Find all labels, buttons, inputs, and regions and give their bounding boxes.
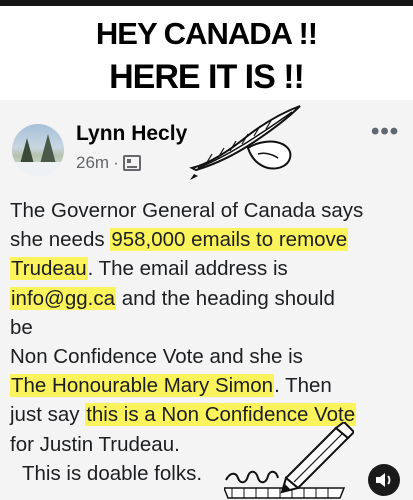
- post-timestamp[interactable]: 26m: [76, 153, 109, 173]
- post-body-line: Non Confidence Vote and she is: [10, 345, 303, 369]
- meme-header: HEY CANADA !! HERE IT IS !!: [0, 6, 413, 100]
- meta-separator: ·: [113, 152, 119, 172]
- more-options-button[interactable]: •••: [371, 118, 399, 146]
- body-text-segment: and the heading should: [116, 286, 335, 310]
- highlighted-text: 958,000 emails to remove: [110, 228, 349, 252]
- avatar-tree: [40, 134, 56, 164]
- post-body-line: info@gg.ca and the heading should: [10, 284, 410, 313]
- post-body-line: The Honourable Mary Simon. Then: [10, 371, 410, 400]
- meme-title-line2: HERE IT IS !!: [109, 58, 305, 96]
- body-text-segment: she needs: [10, 228, 111, 252]
- facebook-post: Lynn Hecly 26m · ••• The Governor General…: [0, 100, 413, 500]
- avatar[interactable]: [12, 124, 64, 176]
- post-body-line: Trudeau. The email address is: [10, 254, 410, 283]
- body-text-segment: just say: [10, 403, 86, 427]
- post-meta: 26m ·: [76, 152, 141, 172]
- highlighted-text: The Honourable Mary Simon: [10, 374, 275, 398]
- body-text-segment: . Then: [274, 374, 332, 398]
- avatar-snow: [12, 162, 64, 176]
- sound-icon: [376, 473, 391, 487]
- highlighted-email-link[interactable]: info@gg.ca: [10, 286, 117, 310]
- post-body-line: she needs 958,000 emails to remove: [10, 225, 410, 254]
- post-body-line: The Governor General of Canada says: [10, 199, 364, 222]
- sound-button[interactable]: [368, 464, 400, 496]
- pencil-writing-icon: [224, 422, 354, 499]
- post-author-name[interactable]: Lynn Hecly: [76, 122, 187, 146]
- meme-title-line1: HEY CANADA !!: [95, 16, 318, 51]
- quill-pen-icon: [189, 105, 301, 180]
- post-body-line: be: [10, 315, 33, 339]
- avatar-tree: [20, 138, 34, 164]
- body-text-segment: . The email address is: [87, 257, 288, 281]
- privacy-icon[interactable]: [122, 154, 141, 171]
- highlighted-text: Trudeau: [10, 257, 88, 281]
